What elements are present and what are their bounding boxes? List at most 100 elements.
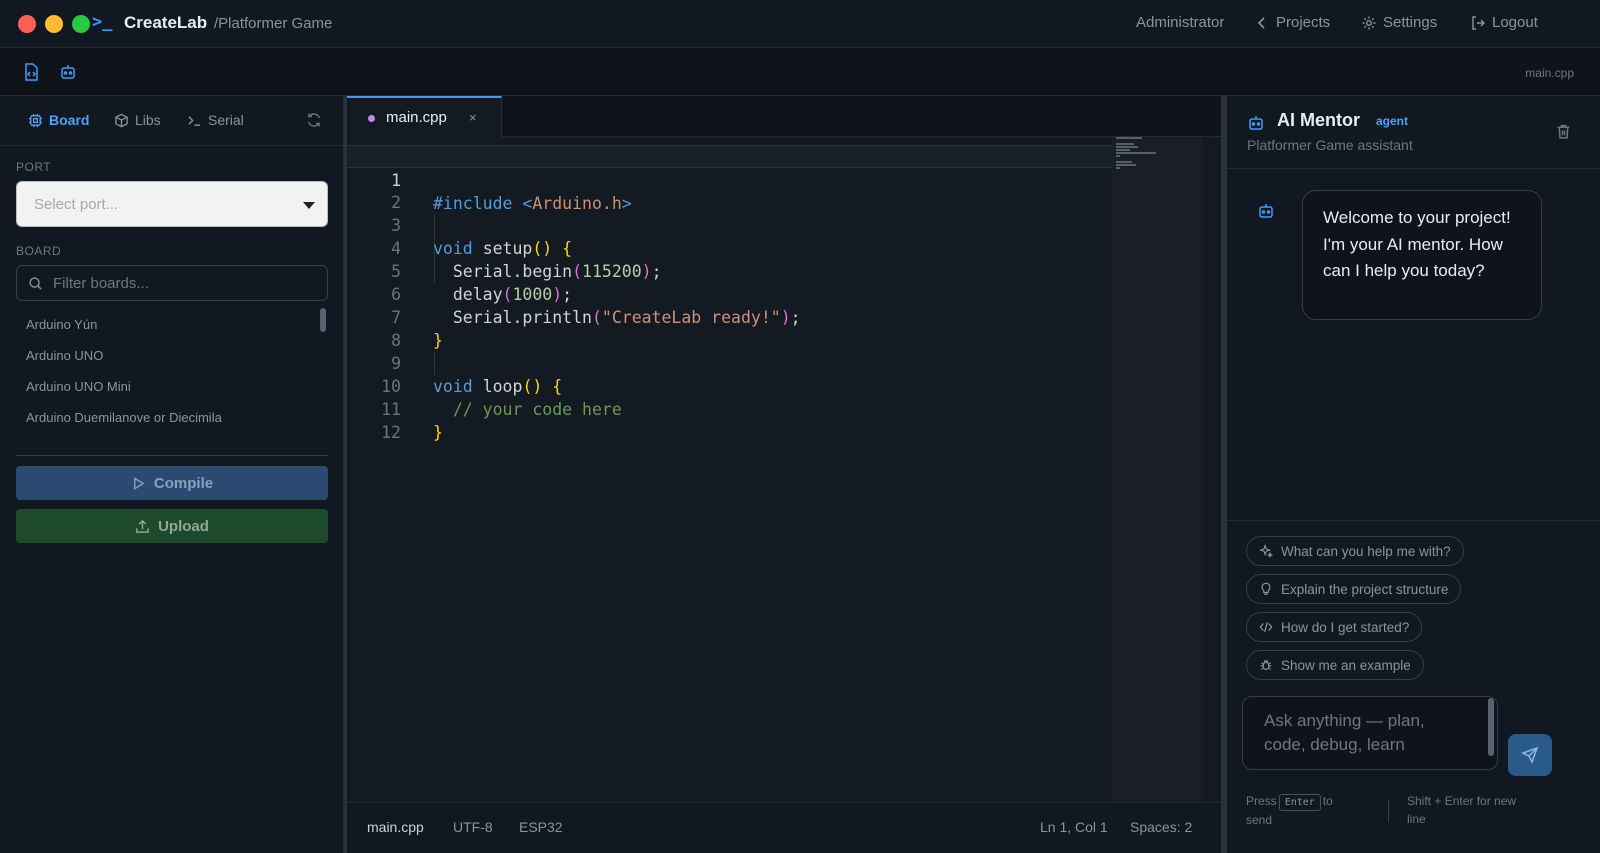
logout-link[interactable]: Logout — [1470, 14, 1538, 31]
board-list-item[interactable]: Arduino Duemilanove or Diecimila — [0, 403, 334, 434]
board-filter-input[interactable]: Filter boards... — [16, 265, 328, 301]
suggestion-chip-label: What can you help me with? — [1281, 543, 1451, 559]
settings-link[interactable]: Settings — [1361, 14, 1437, 31]
sidebar-tabs: Board Libs Serial — [0, 96, 344, 146]
trash-icon[interactable] — [1555, 123, 1572, 140]
status-cursor-position[interactable]: Ln 1, Col 1 — [1040, 819, 1108, 835]
minimap-line — [1116, 149, 1130, 151]
tab-serial[interactable]: Serial — [187, 112, 244, 128]
mentor-subtitle: Platformer Game assistant — [1247, 137, 1413, 153]
board-list-item[interactable]: Arduino UNO — [0, 341, 334, 372]
code-line[interactable]: 9 void loop() { — [347, 329, 1112, 396]
editor-minimap[interactable] — [1112, 137, 1202, 801]
bug-icon — [1260, 660, 1272, 670]
close-tab-icon[interactable]: × — [469, 110, 477, 125]
minimap-line — [1116, 143, 1134, 145]
minimap-line — [1116, 167, 1120, 169]
minimap-line — [1116, 155, 1120, 157]
suggestion-chip[interactable]: Show me an example — [1246, 650, 1424, 680]
editor-file-tab[interactable]: main.cpp × — [347, 96, 502, 137]
user-name-label: Administrator — [1136, 14, 1225, 31]
tab-board[interactable]: Board — [28, 112, 89, 128]
settings-link-label: Settings — [1383, 14, 1438, 31]
code-line[interactable]: 1 #include <Arduino.h> — [347, 145, 1112, 213]
robot-icon[interactable] — [58, 62, 78, 82]
logout-icon — [1472, 15, 1485, 30]
project-name: /Platformer Game — [214, 15, 333, 32]
minimap-line — [1116, 137, 1142, 139]
minimap-line — [1116, 146, 1138, 148]
robot-icon — [1259, 204, 1273, 218]
code-line[interactable]: 8 — [347, 306, 1112, 350]
code-line[interactable]: 11 } — [347, 375, 1112, 442]
logout-link-label: Logout — [1492, 14, 1538, 31]
assistant-message: Welcome to your project! I'm your AI men… — [1302, 190, 1542, 320]
code-line[interactable]: 5 delay(1000); — [347, 237, 1112, 304]
upload-button[interactable]: Upload — [16, 509, 328, 543]
send-icon — [1521, 746, 1539, 764]
suggestion-chip-label: Show me an example — [1281, 657, 1411, 673]
refresh-icon[interactable] — [306, 112, 322, 128]
tab-libs[interactable]: Libs — [114, 112, 161, 128]
suggestion-chip[interactable]: What can you help me with? — [1246, 536, 1464, 566]
editor-file-tab-name: main.cpp — [386, 109, 447, 126]
port-label: PORT — [16, 160, 52, 174]
board-filter-placeholder: Filter boards... — [53, 275, 149, 292]
board-list-item[interactable]: Arduino Yún — [0, 310, 334, 341]
status-board[interactable]: ESP32 — [519, 819, 563, 835]
status-indent[interactable]: Spaces: 2 — [1130, 819, 1192, 835]
board-sidebar: Board Libs Serial PORT Select port... BO… — [0, 96, 344, 853]
upload-button-label: Upload — [158, 517, 209, 535]
code-icon — [1259, 622, 1273, 632]
play-icon — [133, 476, 145, 490]
board-list-scrollbar[interactable] — [320, 308, 326, 332]
board-list: Arduino Yún Arduino UNO Arduino UNO Mini… — [0, 310, 334, 434]
enter-key-badge: Enter — [1278, 794, 1321, 811]
send-button[interactable] — [1508, 734, 1552, 776]
board-label: BOARD — [16, 244, 62, 258]
code-area[interactable]: 1 #include <Arduino.h> 2 3 void setup() … — [347, 145, 1112, 805]
port-select-placeholder: Select port... — [34, 196, 119, 213]
projects-link[interactable]: Projects — [1254, 14, 1330, 31]
port-select[interactable]: Select port... — [16, 181, 328, 227]
chip-icon — [28, 113, 43, 127]
window-maximize-button[interactable] — [72, 15, 90, 33]
toolbar-current-file: main.cpp — [1525, 66, 1574, 80]
minimap-line — [1116, 161, 1132, 163]
editor-tab-bar: main.cpp × — [347, 96, 1222, 137]
chat-input[interactable]: Ask anything — plan, code, debug, learn — [1242, 696, 1498, 770]
mentor-title: AI Mentor — [1277, 110, 1360, 130]
window-close-button[interactable] — [18, 15, 36, 33]
title-bar: >_ CreateLab /Platformer Game Administra… — [0, 0, 1600, 48]
minimap-line — [1116, 164, 1136, 166]
chat-input-scrollbar[interactable] — [1488, 698, 1494, 756]
code-editor: main.cpp × 1 #include <Arduino.h> 2 3 vo… — [347, 96, 1222, 853]
suggestion-chip[interactable]: Explain the project structure — [1246, 574, 1462, 604]
mentor-header: AI Mentor agent Platformer Game assistan… — [1227, 96, 1600, 169]
compile-button[interactable]: Compile — [16, 466, 328, 500]
chevron-down-icon — [303, 202, 315, 209]
suggestion-chip[interactable]: How do I get started? — [1246, 612, 1423, 642]
code-line[interactable]: 12 — [347, 398, 1112, 442]
terminal-icon — [188, 115, 201, 126]
app-brand[interactable]: CreateLab — [124, 13, 207, 33]
code-line[interactable]: 6 Serial.println("CreateLab ready!"); — [347, 260, 1112, 327]
hint-divider — [1388, 800, 1389, 822]
window-minimize-button[interactable] — [45, 15, 63, 33]
lightbulb-icon — [1261, 582, 1271, 595]
code-line[interactable]: 4 Serial.begin(115200); — [347, 214, 1112, 281]
code-file-icon[interactable] — [21, 62, 41, 82]
code-line[interactable]: 7 } — [347, 283, 1112, 350]
status-encoding[interactable]: UTF-8 — [453, 819, 493, 835]
suggestion-chip-label: How do I get started? — [1281, 619, 1410, 635]
line-number: 12 — [381, 423, 401, 442]
code-line[interactable]: 3 void setup() { — [347, 191, 1112, 258]
user-name: Administrator — [1136, 14, 1224, 31]
sparkles-icon — [1259, 544, 1273, 558]
code-line[interactable]: 2 — [347, 168, 1112, 212]
send-hint-press: Press — [1246, 794, 1277, 808]
code-line[interactable]: 10 // your code here — [347, 352, 1112, 419]
ai-mentor-panel: AI Mentor agent Platformer Game assistan… — [1227, 96, 1600, 853]
board-list-item[interactable]: Arduino UNO Mini — [0, 372, 334, 403]
chat-input-placeholder: Ask anything — plan, code, debug, learn — [1264, 711, 1425, 754]
